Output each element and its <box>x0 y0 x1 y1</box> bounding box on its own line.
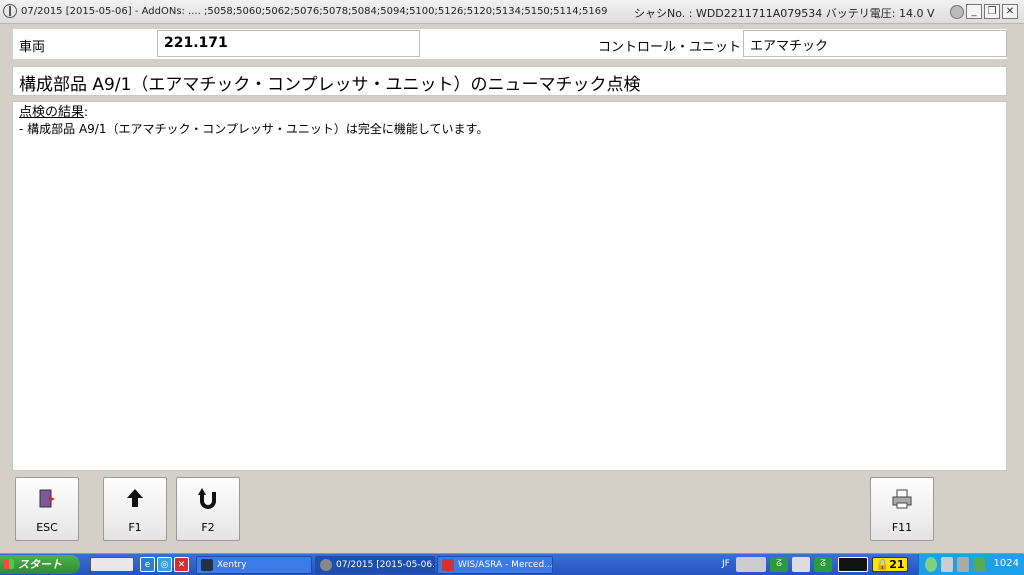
tray-icon[interactable] <box>941 557 953 572</box>
exit-door-icon <box>16 488 78 510</box>
taskbar-item-xentry[interactable]: Xentry <box>196 556 312 574</box>
f2-label: F2 <box>201 521 215 534</box>
minimize-button[interactable]: _ <box>966 4 982 19</box>
taskbar-item-label: Xentry <box>217 560 247 570</box>
windows-taskbar: スタート e ◎ ✕ Xentry 07/2015 [2015-05-06...… <box>0 553 1024 575</box>
device-status-icon[interactable] <box>736 557 766 572</box>
control-unit-field: エアマチック <box>743 30 1007 57</box>
restore-button[interactable]: ❐ <box>984 4 1000 19</box>
tray-icon[interactable] <box>973 557 985 572</box>
device-icon[interactable] <box>792 557 810 572</box>
lock-icon: 🔒 <box>875 558 890 571</box>
page-title: 構成部品 A9/1（エアマチック・コンプレッサ・ユニット）のニューマチック点検 <box>12 66 1007 96</box>
keyboard-icon[interactable] <box>90 557 134 572</box>
browser-icon[interactable]: ◎ <box>157 557 172 572</box>
arrow-up-icon <box>104 488 166 510</box>
taskbar-item-wis-asra[interactable]: WIS/ASRA - Merced... <box>437 556 553 574</box>
f11-button[interactable]: F11 <box>870 477 934 541</box>
wis-icon <box>442 559 454 571</box>
chassis-and-battery-info: シャシNo. : WDD2211711A079534 バッテリ電圧: 14.0 … <box>634 7 935 20</box>
connection-icon[interactable]: ᘔ <box>814 557 832 572</box>
restore-icon: ❐ <box>987 6 997 17</box>
window-title: 07/2015 [2015-05-06] - AddONs: .... ;505… <box>21 6 608 17</box>
f11-label: F11 <box>891 521 913 534</box>
esc-label: ESC <box>36 521 58 534</box>
network-icon[interactable] <box>925 557 937 572</box>
tray-icon[interactable] <box>957 557 969 572</box>
close-icon: ✕ <box>1005 6 1015 17</box>
start-button[interactable]: スタート <box>0 555 80 574</box>
u-turn-icon <box>177 488 239 510</box>
result-heading-colon: : <box>84 105 89 119</box>
counter-value: 21 <box>889 558 905 571</box>
close-button[interactable]: ✕ <box>1002 4 1018 19</box>
system-tray: 1024 <box>918 554 1024 575</box>
clock[interactable]: 1024 <box>994 558 1019 569</box>
taskbar-item-label: 07/2015 [2015-05-06... <box>336 560 435 570</box>
app-quicklaunch-icon[interactable]: ✕ <box>174 557 189 572</box>
window-titlebar: 07/2015 [2015-05-06] - AddONs: .... ;505… <box>0 0 1024 24</box>
laptop-icon[interactable] <box>838 557 868 572</box>
minimize-icon: _ <box>971 6 977 17</box>
ie-icon[interactable]: e <box>140 557 155 572</box>
connection-icon[interactable]: ᘔ <box>770 557 788 572</box>
counter-badge[interactable]: 🔒21 <box>872 557 908 572</box>
taskbar-item-diagnosis[interactable]: 07/2015 [2015-05-06... <box>315 556 435 574</box>
f1-label: F1 <box>128 521 142 534</box>
control-unit-label: コントロール・ユニット <box>598 40 742 55</box>
vehicle-model-field: 221.171 <box>157 30 420 57</box>
taskbar-item-label: WIS/ASRA - Merced... <box>458 560 553 570</box>
language-indicator[interactable]: JF <box>722 559 730 569</box>
printer-icon <box>871 488 933 510</box>
esc-button[interactable]: ESC <box>15 477 79 541</box>
xentry-icon <box>201 559 213 571</box>
mercedes-star-icon <box>320 559 332 571</box>
mercedes-star-icon <box>3 4 17 18</box>
result-line: - 構成部品 A9/1（エアマチック・コンプレッサ・ユニット）は完全に機能してい… <box>19 122 489 136</box>
result-heading: 点検の結果 <box>19 105 85 120</box>
help-globe-icon[interactable] <box>950 5 964 19</box>
result-panel: 点検の結果: - 構成部品 A9/1（エアマチック・コンプレッサ・ユニット）は完… <box>12 101 1007 471</box>
vehicle-info-row: 車両 221.171 コントロール・ユニット エアマチック <box>12 28 1008 60</box>
f2-button[interactable]: F2 <box>176 477 240 541</box>
f1-button[interactable]: F1 <box>103 477 167 541</box>
vehicle-label: 車両 <box>19 40 46 55</box>
